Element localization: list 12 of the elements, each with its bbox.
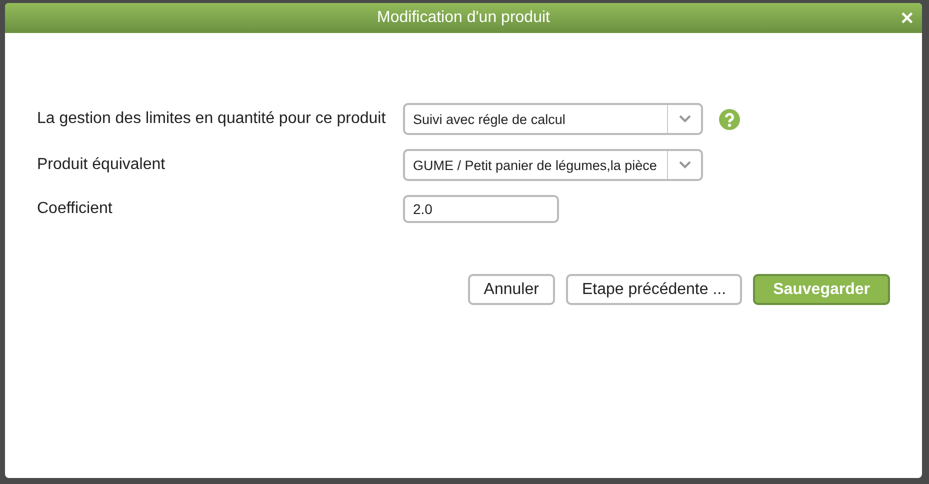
dropdown[interactable]: GUME / Petit panier de légumes,la pièce bbox=[403, 149, 703, 181]
field-label: Produit équivalent bbox=[37, 156, 166, 174]
dropdown[interactable]: Suivi avec régle de calcul bbox=[403, 103, 703, 135]
field-label: La gestion des limites en quantité pour ce produit bbox=[37, 110, 387, 128]
input-field[interactable]: 2.0 bbox=[403, 195, 559, 223]
help-icon[interactable] bbox=[719, 108, 740, 130]
dialog-button[interactable]: Annuler bbox=[468, 274, 555, 305]
field-label: Coefficient bbox=[37, 200, 114, 218]
dialog-button[interactable]: Etape précédente ... bbox=[566, 274, 742, 305]
dialog-title: Modification d'un produit bbox=[377, 9, 550, 27]
chevron-down-icon bbox=[678, 115, 690, 123]
chevron-down-icon bbox=[678, 161, 690, 169]
